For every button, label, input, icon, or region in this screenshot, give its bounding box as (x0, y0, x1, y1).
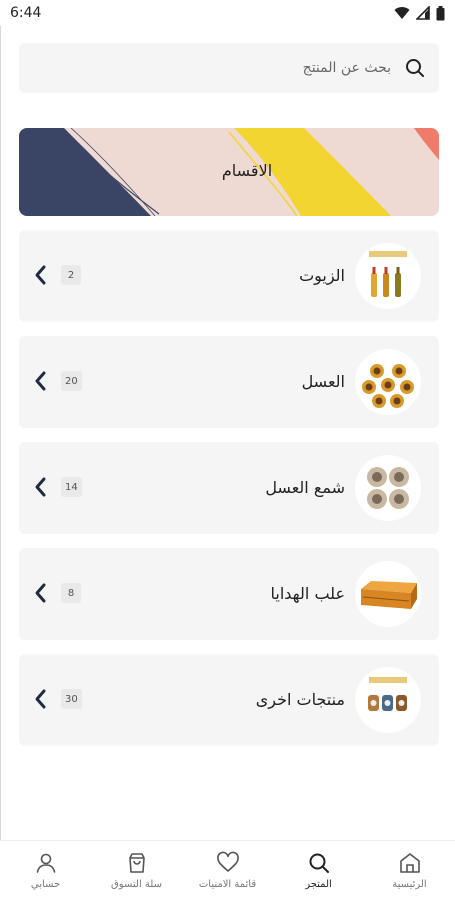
home-icon (399, 853, 420, 873)
chevron-left-icon[interactable] (33, 264, 47, 286)
category-count-badge: 14 (61, 477, 82, 497)
status-bar: 6:44 (0, 0, 455, 26)
chevron-left-icon[interactable] (33, 370, 47, 392)
search-input[interactable]: بحث عن المنتج (19, 43, 439, 93)
search-icon (405, 58, 425, 78)
search-placeholder: بحث عن المنتج (302, 60, 391, 76)
other-products-thumbnail (355, 667, 421, 733)
category-name: شمع العسل (265, 478, 345, 497)
signal-icon (416, 6, 430, 20)
category-card-gift-boxes[interactable]: علب الهدايا 8 (19, 548, 439, 640)
categories-banner: الاقسام (19, 128, 439, 216)
beeswax-jars-thumbnail (355, 455, 421, 521)
oil-bottles-thumbnail (355, 243, 421, 309)
chevron-left-icon[interactable] (33, 476, 47, 498)
user-icon (36, 853, 55, 873)
nav-label-home: الرئيسية (392, 879, 427, 890)
chevron-left-icon[interactable] (33, 582, 47, 604)
category-card-beeswax[interactable]: شمع العسل 14 (19, 442, 439, 534)
category-name: الزيوت (299, 266, 345, 285)
nav-item-cart[interactable]: سلة التسوق (92, 851, 182, 890)
category-count-badge: 8 (61, 583, 81, 603)
category-name: منتجات اخرى (255, 690, 345, 709)
status-time: 6:44 (10, 5, 42, 21)
nav-item-home[interactable]: الرئيسية (365, 851, 455, 890)
category-name: علب الهدايا (270, 584, 345, 603)
nav-label-store: المتجر (305, 879, 332, 890)
chevron-left-icon[interactable] (33, 688, 47, 710)
category-count-badge: 30 (61, 689, 82, 709)
status-icons (394, 5, 445, 21)
heart-icon (216, 851, 239, 872)
wifi-icon (394, 7, 410, 20)
nav-item-account[interactable]: حسابي (1, 851, 91, 890)
category-card-oils[interactable]: الزيوت 2 (19, 230, 439, 322)
gift-box-thumbnail (355, 561, 421, 627)
search-icon (309, 853, 329, 873)
battery-icon (436, 5, 445, 20)
banner-title: الاقسام (221, 161, 273, 180)
category-count-badge: 20 (61, 371, 82, 391)
shopping-bag-icon (128, 853, 145, 873)
window-edge (0, 26, 1, 846)
nav-label-wishlist: قائمة الامنيات (198, 879, 257, 890)
category-card-honey[interactable]: العسل 20 (19, 336, 439, 428)
category-card-other-products[interactable]: منتجات اخرى 30 (19, 654, 439, 746)
nav-label-cart: سلة التسوق (111, 879, 162, 890)
nav-label-account: حسابي (30, 879, 61, 890)
category-name: العسل (301, 372, 345, 391)
bottom-navigation: الرئيسية المتجر قائمة الامنيات سلة التسو… (0, 840, 455, 900)
honey-jars-thumbnail (355, 349, 421, 415)
category-count-badge: 2 (61, 265, 81, 285)
nav-item-wishlist[interactable]: قائمة الامنيات (183, 851, 273, 890)
nav-item-store[interactable]: المتجر (274, 851, 364, 890)
